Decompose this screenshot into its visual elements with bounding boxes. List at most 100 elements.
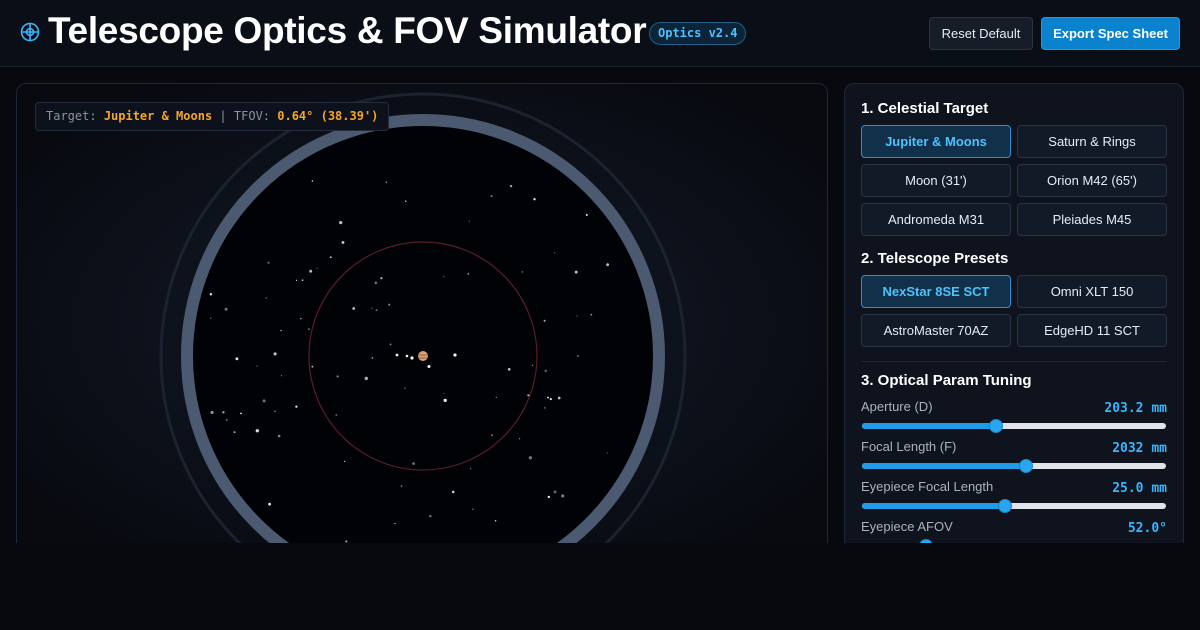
star (544, 369, 547, 373)
eyepiece-focal-slider[interactable] (862, 499, 1166, 513)
star (561, 494, 565, 498)
app-header: Telescope Optics & FOV Simulator Optics … (0, 0, 1200, 67)
star (371, 307, 373, 309)
star (295, 405, 298, 408)
star (364, 376, 368, 381)
star (576, 315, 578, 317)
star (468, 220, 470, 222)
jupiter-planet (418, 351, 428, 361)
celestial-target-title: 1. Celestial Target (861, 100, 989, 117)
target-option-pleiades[interactable]: Pleiades M45 (1017, 203, 1167, 236)
export-spec-sheet-button[interactable]: Export Spec Sheet (1041, 17, 1180, 50)
star (374, 281, 378, 285)
control-panel: 1. Celestial Target Jupiter & Moons Satu… (844, 83, 1184, 563)
star (533, 198, 536, 201)
preset-option-nexstar[interactable]: NexStar 8SE SCT (861, 275, 1011, 308)
star (240, 412, 242, 415)
slider-thumb[interactable] (1019, 459, 1034, 473)
star (443, 392, 445, 394)
star (277, 434, 281, 438)
telescope-presets-title: 2. Telescope Presets (861, 250, 1009, 267)
star (329, 256, 332, 259)
star (518, 438, 521, 440)
star (470, 468, 472, 470)
star (543, 319, 546, 322)
star (544, 407, 546, 409)
slider-fill (862, 463, 1027, 469)
focal-length-slider[interactable] (862, 459, 1166, 473)
star (344, 460, 346, 462)
star (316, 267, 318, 269)
star (311, 365, 314, 368)
star (490, 194, 493, 198)
star (509, 184, 513, 188)
star (224, 307, 228, 311)
star (335, 414, 338, 416)
eyepiece-focal-label: Eyepiece Focal Length (861, 479, 994, 494)
star (301, 279, 304, 282)
target-prefix: Target: (46, 109, 97, 123)
star (280, 375, 282, 377)
star (554, 252, 556, 254)
star (494, 519, 497, 522)
star (225, 418, 228, 421)
star (585, 214, 588, 216)
star (400, 485, 403, 487)
preset-option-astromaster[interactable]: AstroMaster 70AZ (861, 314, 1011, 347)
star (280, 329, 282, 332)
slider-thumb[interactable] (988, 419, 1003, 433)
star (273, 352, 277, 356)
target-option-moon[interactable]: Moon (31') (861, 164, 1011, 197)
star (233, 431, 236, 434)
target-option-andromeda[interactable]: Andromeda M31 (861, 203, 1011, 236)
star (352, 307, 356, 310)
star (547, 396, 549, 399)
star (531, 364, 534, 366)
slider-fill (862, 503, 1005, 509)
preset-option-omni[interactable]: Omni XLT 150 (1017, 275, 1167, 308)
target-option-saturn[interactable]: Saturn & Rings (1017, 125, 1167, 158)
target-option-orion[interactable]: Orion M42 (65') (1017, 164, 1167, 197)
star (256, 365, 258, 367)
target-info-overlay: Target: Jupiter & Moons | TFOV: 0.64° (3… (35, 102, 390, 131)
star (295, 279, 298, 281)
star (606, 452, 609, 454)
moon-europa (405, 354, 409, 358)
star (521, 271, 524, 273)
star (527, 394, 530, 397)
star (274, 410, 276, 412)
star (495, 396, 497, 399)
target-option-jupiter[interactable]: Jupiter & Moons (861, 125, 1011, 158)
moon-ganymede (410, 356, 414, 360)
eyepiece-focal-value: 25.0 mm (1112, 481, 1167, 496)
preset-option-edgehd[interactable]: EdgeHD 11 SCT (1017, 314, 1167, 347)
star (375, 309, 378, 312)
star (371, 357, 374, 359)
star (429, 515, 432, 518)
slider-thumb[interactable] (997, 499, 1012, 513)
target-name: Jupiter & Moons (103, 109, 213, 123)
star (590, 313, 593, 316)
star (427, 364, 431, 369)
star (574, 270, 578, 274)
crosshair-target-icon (20, 22, 40, 42)
star (528, 456, 533, 460)
star (606, 263, 609, 267)
star (262, 399, 266, 403)
star (209, 293, 213, 296)
star (210, 317, 212, 319)
moon-io (395, 353, 399, 357)
version-badge: Optics v2.4 (649, 22, 747, 45)
eyepiece-afov-label: Eyepiece AFOV (861, 519, 953, 534)
star (443, 275, 445, 278)
star (255, 429, 259, 433)
focal-length-value: 2032 mm (1112, 441, 1167, 456)
reset-default-button[interactable]: Reset Default (929, 17, 1033, 50)
fov-viewport[interactable]: Target: Jupiter & Moons | TFOV: 0.64° (3… (16, 83, 828, 563)
aperture-slider[interactable] (862, 419, 1166, 433)
star (341, 241, 345, 244)
star (549, 398, 552, 401)
star (235, 357, 239, 361)
star (309, 269, 313, 273)
eyepiece-view (17, 84, 827, 562)
